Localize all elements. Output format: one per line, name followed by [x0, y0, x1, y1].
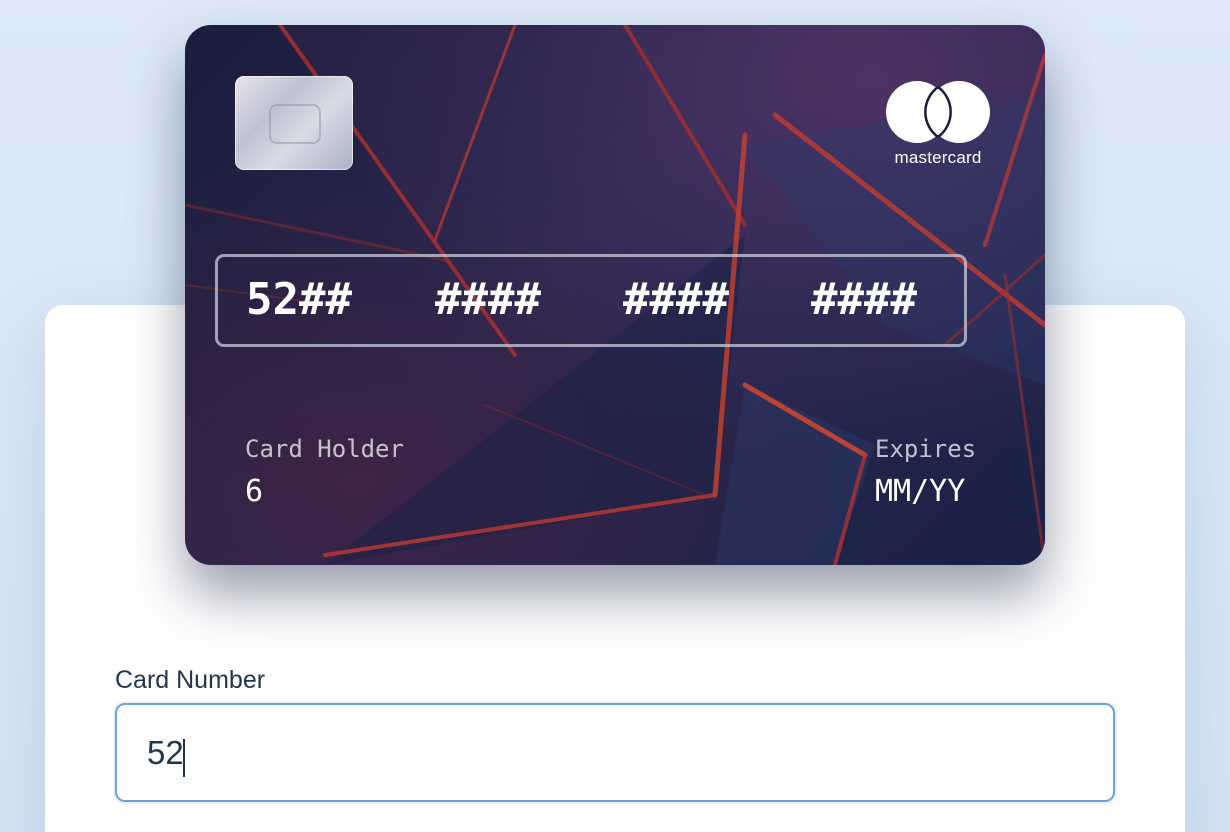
card-expires-value[interactable]: MM/YY	[875, 475, 965, 509]
mastercard-logo-icon: mastercard	[879, 80, 997, 170]
credit-card-preview: mastercard 52## #### #### #### Card Hold…	[185, 25, 1045, 565]
card-holder-label: Card Holder	[245, 435, 404, 463]
card-number-display[interactable]: 52## #### #### ####	[215, 254, 967, 347]
brand-circles-icon	[886, 81, 990, 143]
card-number-group-2: ####	[435, 274, 541, 325]
card-number-field[interactable]	[115, 703, 1115, 802]
chip-contact-pad	[269, 104, 321, 144]
card-number-group-1: 52##	[246, 274, 352, 325]
card-number-group-3: ####	[623, 274, 729, 325]
card-number-group-4: ####	[811, 274, 917, 325]
payment-page: mastercard 52## #### #### #### Card Hold…	[0, 0, 1230, 832]
card-expires-label: Expires	[875, 435, 977, 463]
card-number-label: Card Number	[115, 666, 266, 694]
brand-name: mastercard	[894, 148, 982, 167]
card-number-input[interactable]	[147, 729, 1067, 777]
card-chip-icon	[235, 76, 353, 170]
text-caret	[183, 739, 185, 777]
card-holder-value[interactable]: 6	[245, 475, 263, 509]
